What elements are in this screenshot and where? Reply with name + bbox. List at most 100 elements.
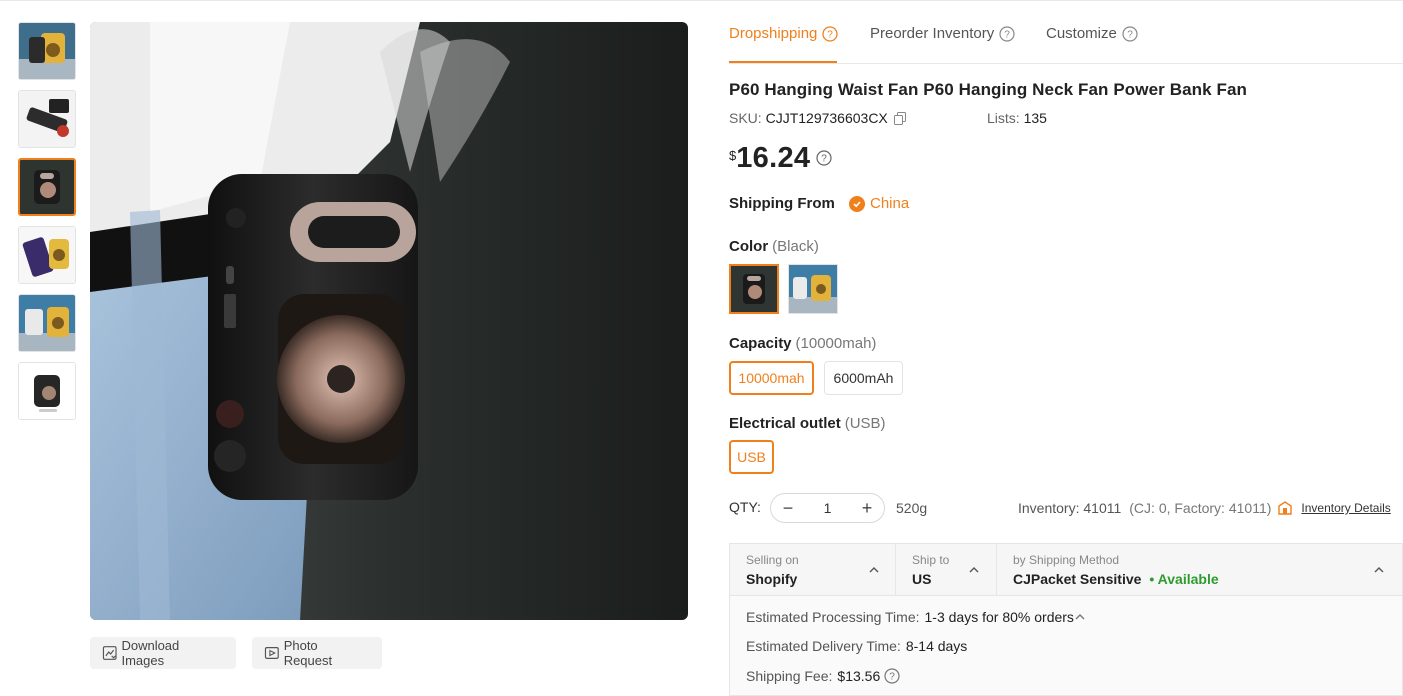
svg-text:?: ? — [1004, 29, 1010, 40]
fee-help-icon[interactable]: ? — [884, 668, 900, 684]
outlet-label-row: Electrical outlet (USB) — [729, 415, 886, 432]
active-tab-indicator — [729, 61, 837, 63]
selling-on-value: Shopify — [746, 571, 798, 587]
delivery-time-row: Estimated Delivery Time: 8-14 days — [746, 638, 967, 654]
thumbnail-5[interactable] — [18, 294, 76, 352]
lists-row: Lists: 135 — [987, 110, 1047, 126]
download-images-button[interactable]: Download Images — [90, 637, 236, 669]
quantity-stepper: − 1 + — [770, 493, 885, 523]
copy-icon[interactable] — [893, 112, 907, 125]
shipping-selectors: Selling on Shopify Ship to US by Shippin… — [730, 544, 1402, 596]
inventory-info: Inventory: 41011 (CJ: 0, Factory: 41011)… — [1018, 500, 1391, 516]
outlet-option-label: USB — [737, 449, 766, 465]
outlet-label: Electrical outlet — [729, 415, 841, 432]
capacity-option-label: 6000mAh — [833, 370, 894, 386]
svg-text:?: ? — [1127, 29, 1133, 40]
price: $ 16.24 ? — [729, 142, 832, 175]
shipping-panel: Selling on Shopify Ship to US by Shippin… — [729, 543, 1403, 696]
decrement-button[interactable]: − — [780, 498, 796, 519]
increment-button[interactable]: + — [859, 498, 875, 519]
download-icon — [102, 646, 117, 660]
shipping-from-value: China — [870, 195, 910, 212]
help-icon[interactable]: ? — [822, 25, 839, 42]
ship-to-dropdown[interactable]: Ship to US — [896, 544, 997, 596]
availability-status: • Available — [1149, 571, 1219, 587]
download-images-label: Download Images — [121, 638, 180, 668]
tab-dropshipping[interactable]: Dropshipping ? — [729, 25, 839, 42]
help-icon[interactable]: ? — [999, 25, 1015, 42]
capacity-label-row: Capacity (10000mah) — [729, 335, 876, 352]
thumbnail-1[interactable] — [18, 22, 76, 80]
outlet-option-usb[interactable]: USB — [729, 440, 774, 474]
shipping-method-dropdown[interactable]: by Shipping Method CJPacket Sensitive • A… — [997, 544, 1402, 596]
shipping-fee-value: $13.56 — [837, 668, 881, 684]
photo-request-icon — [264, 647, 279, 659]
capacity-label: Capacity — [729, 335, 792, 352]
tab-customize[interactable]: Customize ? — [1046, 25, 1138, 42]
main-product-image[interactable] — [90, 22, 688, 620]
processing-time-value: 1-3 days for 80% orders — [924, 609, 1074, 625]
inventory-details-link[interactable]: Inventory Details — [1301, 501, 1390, 515]
color-label: Color — [729, 238, 769, 255]
tab-preorder-label: Preorder Inventory — [870, 25, 995, 42]
sku-value: CJJT129736603CX — [765, 110, 888, 126]
photo-request-button[interactable]: Photo Request — [252, 637, 382, 669]
color-swatch-black[interactable] — [729, 264, 779, 314]
shipping-method-value: CJPacket Sensitive — [1013, 571, 1142, 587]
price-amount: 16.24 — [736, 142, 811, 174]
delivery-time-label: Estimated Delivery Time: — [746, 638, 901, 654]
shipping-fee-label: Shipping Fee: — [746, 668, 833, 684]
sku-row: SKU: CJJT129736603CX — [729, 110, 907, 126]
processing-time-label: Estimated Processing Time: — [746, 609, 920, 625]
chevron-up-icon — [1374, 567, 1384, 573]
svg-text:?: ? — [889, 672, 895, 683]
color-label-row: Color (Black) — [729, 238, 819, 255]
lists-label: Lists: — [987, 110, 1020, 126]
product-weight: 520g — [896, 500, 928, 516]
tab-customize-label: Customize — [1046, 25, 1117, 42]
thumbnail-list — [18, 22, 76, 430]
top-divider — [0, 0, 1403, 1]
lists-value: 135 — [1023, 110, 1047, 126]
capacity-selected: (10000mah) — [795, 335, 877, 352]
warehouse-icon — [1278, 501, 1293, 515]
shipping-method-row: CJPacket Sensitive • Available — [1013, 571, 1219, 587]
price-help-icon[interactable]: ? — [816, 150, 832, 166]
quantity-value[interactable]: 1 — [824, 500, 832, 516]
capacity-option-6000mah[interactable]: 6000mAh — [824, 361, 903, 395]
sourcing-tabs: Dropshipping ? Preorder Inventory ? Cust… — [729, 22, 1403, 64]
outlet-selected: (USB) — [844, 415, 886, 432]
delivery-time-value: 8-14 days — [905, 638, 968, 654]
tab-preorder-inventory[interactable]: Preorder Inventory ? — [870, 25, 1015, 42]
price-currency: $ — [729, 148, 737, 163]
inventory-breakdown: (CJ: 0, Factory: 41011) — [1129, 500, 1272, 516]
color-selected: (Black) — [772, 238, 819, 255]
ship-to-label: Ship to — [912, 553, 950, 567]
capacity-option-label: 10000mah — [738, 370, 805, 386]
chevron-up-icon[interactable] — [1074, 611, 1086, 623]
processing-time-row: Estimated Processing Time: 1-3 days for … — [746, 609, 1086, 625]
selling-on-dropdown[interactable]: Selling on Shopify — [730, 544, 896, 596]
chevron-up-icon — [969, 567, 979, 573]
shipping-from-option[interactable]: China — [849, 195, 909, 212]
thumbnail-2[interactable] — [18, 90, 76, 148]
qty-label: QTY: — [729, 499, 761, 515]
sku-label: SKU: — [729, 110, 762, 126]
photo-request-label: Photo Request — [283, 638, 333, 668]
shipping-method-label: by Shipping Method — [1013, 553, 1120, 567]
shipping-from-label: Shipping From — [729, 195, 835, 212]
capacity-option-10000mah[interactable]: 10000mah — [729, 361, 814, 395]
check-icon — [849, 195, 865, 212]
svg-text:?: ? — [822, 154, 828, 165]
product-title: P60 Hanging Waist Fan P60 Hanging Neck F… — [729, 80, 1248, 99]
thumbnail-3-selected[interactable] — [18, 158, 76, 216]
help-icon[interactable]: ? — [1122, 25, 1138, 42]
tab-dropshipping-label: Dropshipping — [729, 25, 818, 42]
inventory-total: Inventory: 41011 — [1018, 500, 1122, 516]
thumbnail-6[interactable] — [18, 362, 76, 420]
shipping-fee-row: Shipping Fee: $13.56 ? — [746, 668, 900, 684]
chevron-up-icon — [869, 567, 879, 573]
color-swatch-yellow[interactable] — [788, 264, 838, 314]
thumbnail-4[interactable] — [18, 226, 76, 284]
svg-text:?: ? — [828, 29, 834, 40]
